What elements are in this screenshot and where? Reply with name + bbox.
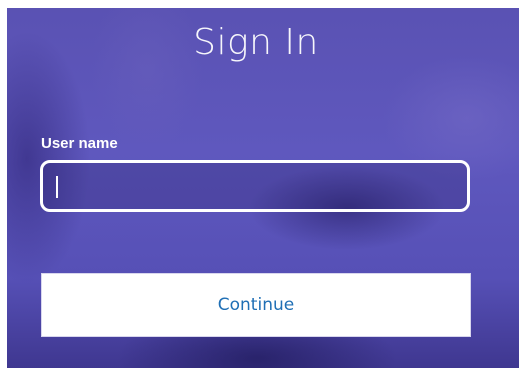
text-caret [56,176,58,198]
username-input[interactable] [40,160,470,212]
page-title: Sign In [193,22,319,63]
window-frame: Sign In User name Continue [0,0,527,375]
username-label: User name [41,135,118,152]
continue-button[interactable]: Continue [41,273,471,337]
